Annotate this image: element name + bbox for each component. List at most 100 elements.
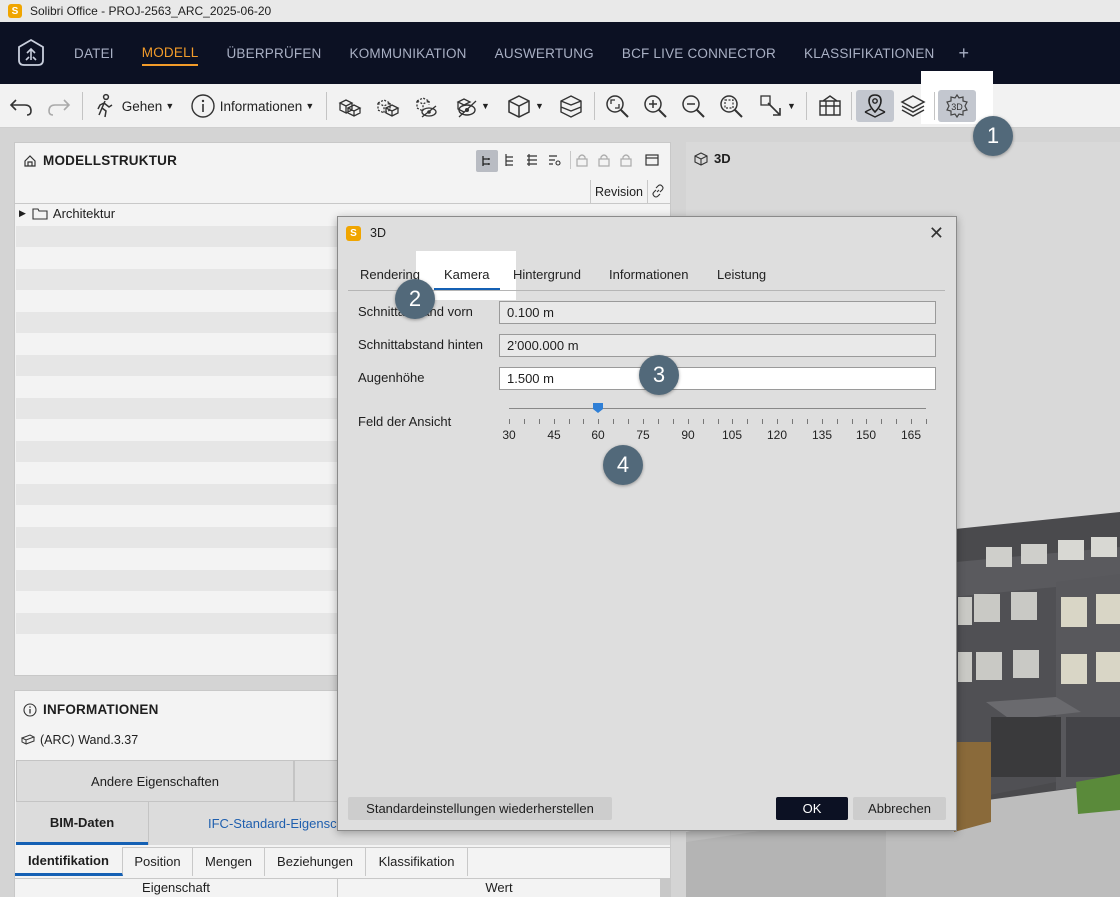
filter-view-button[interactable] <box>547 153 561 170</box>
panel-layout-button[interactable] <box>645 153 659 170</box>
tree-view-button[interactable] <box>476 150 498 172</box>
fov-label: Feld der Ansicht <box>358 414 452 429</box>
add-tab-button[interactable]: + <box>958 43 969 64</box>
lock-icon <box>620 154 632 167</box>
lock-button-2[interactable] <box>597 153 611 170</box>
cancel-button[interactable]: Abbrechen <box>853 797 946 820</box>
property-column-header[interactable]: Eigenschaft <box>15 880 337 895</box>
zoom-out-icon <box>682 95 705 118</box>
lock-button-3[interactable] <box>619 153 633 170</box>
zoom-selection-button[interactable] <box>716 90 746 122</box>
wall-icon <box>21 734 35 745</box>
menu-datei[interactable]: DATEI <box>74 42 114 65</box>
pointer-dropdown-button[interactable]: ▼ <box>754 90 800 122</box>
cubes-icon <box>338 99 362 117</box>
clip-back-label: Schnittabstand hinten <box>358 337 484 352</box>
dashed-cubes-icon <box>376 99 400 117</box>
section-box-button[interactable] <box>556 90 586 122</box>
layers-button[interactable] <box>896 90 930 122</box>
menu-klassifikationen[interactable]: KLASSIFIKATIONEN <box>804 42 934 65</box>
eye-height-label: Augenhöhe <box>358 370 425 385</box>
slider-tick-label: 60 <box>591 428 605 442</box>
subtab-position[interactable]: Position <box>123 847 193 876</box>
redo-button[interactable] <box>44 90 74 122</box>
zoom-extent-button[interactable] <box>602 90 632 122</box>
stack-icon <box>527 154 537 166</box>
slider-tick <box>718 419 719 424</box>
information-title: INFORMATIONEN <box>43 702 159 717</box>
slider-tick <box>792 419 793 424</box>
menu-bcf-live-connector[interactable]: BCF LIVE CONNECTOR <box>622 42 776 65</box>
walk-mode-button[interactable]: Gehen ▼ <box>90 90 176 122</box>
slider-tick <box>569 419 570 424</box>
eye-height-field[interactable]: 1.500 m <box>499 367 936 390</box>
dialog-title: 3D <box>370 226 386 240</box>
tree-item-label: Architektur <box>52 206 116 221</box>
selected-component-label: (ARC) Wand.3.37 <box>40 733 139 747</box>
revision-column-header[interactable]: Revision <box>590 180 648 204</box>
slider-tick <box>643 419 644 424</box>
table-scrollbar[interactable] <box>660 878 670 897</box>
tab-hintergrund[interactable]: Hintergrund <box>513 267 581 282</box>
hierarchy-icon <box>505 154 513 166</box>
section-cube-icon <box>560 95 582 118</box>
property-table-header: Eigenschaft Wert <box>15 878 660 897</box>
chevron-down-icon: ▼ <box>165 101 175 111</box>
grid-plan-icon <box>819 95 841 116</box>
subtab-klassifikation[interactable]: Klassifikation <box>366 847 468 876</box>
tab-informationen[interactable]: Informationen <box>609 267 689 282</box>
zoom-in-button[interactable] <box>640 90 670 122</box>
menu-auswertung[interactable]: AUSWERTUNG <box>495 42 594 65</box>
show-all-button[interactable] <box>334 90 364 122</box>
lock-button-1[interactable] <box>575 153 589 170</box>
ok-button[interactable]: OK <box>776 797 848 820</box>
zoom-out-button[interactable] <box>678 90 708 122</box>
clip-back-field[interactable]: 2’000.000 m <box>499 334 936 357</box>
gear-3d-icon: 3D <box>946 93 968 119</box>
slider-tick <box>911 419 912 424</box>
close-icon[interactable]: ✕ <box>929 223 944 244</box>
hide-selection-button[interactable] <box>410 90 440 122</box>
hierarchy-view-button[interactable] <box>503 153 517 170</box>
clip-front-field[interactable]: 0.100 m <box>499 301 936 324</box>
solibri-logo-icon[interactable] <box>16 38 46 68</box>
value-column-header[interactable]: Wert <box>338 880 660 895</box>
layers-view-button[interactable] <box>525 153 539 170</box>
slider-tick <box>926 419 927 424</box>
floor-plan-button[interactable] <box>814 90 846 122</box>
chevron-down-icon: ▼ <box>535 101 544 111</box>
link-column-header[interactable] <box>651 184 665 201</box>
column-header-row: Revision <box>15 180 670 204</box>
slider-tick <box>673 419 674 424</box>
restore-defaults-button[interactable]: Standardeinstellungen wiederherstellen <box>348 797 612 820</box>
slider-tick <box>509 419 510 424</box>
menu-kommunikation[interactable]: KOMMUNIKATION <box>350 42 467 65</box>
undo-button[interactable] <box>6 90 36 122</box>
slider-tick-label: 105 <box>721 428 743 442</box>
subtab-beziehungen[interactable]: Beziehungen <box>265 847 366 876</box>
subtab-identifikation[interactable]: Identifikation <box>15 847 123 876</box>
tab-kamera[interactable]: Kamera <box>434 267 500 291</box>
slider-tick <box>732 419 733 424</box>
tab-leistung[interactable]: Leistung <box>717 267 766 282</box>
select-hidden-button[interactable] <box>372 90 402 122</box>
subtab-mengen[interactable]: Mengen <box>193 847 265 876</box>
annotation-marker-1: 1 <box>973 116 1013 156</box>
expand-arrow-icon[interactable]: ▶ <box>19 208 26 219</box>
slider-thumb[interactable] <box>592 402 604 414</box>
bim-data-tab[interactable]: BIM-Daten <box>16 802 148 845</box>
slider-track[interactable] <box>509 408 926 409</box>
walking-person-icon <box>97 93 113 118</box>
visibility-dropdown-button[interactable]: ▼ <box>448 90 494 122</box>
menu-ueberpruefen[interactable]: ÜBERPRÜFEN <box>226 42 321 65</box>
other-properties-tab[interactable]: Andere Eigenschaften <box>16 760 294 802</box>
tree-item-architektur[interactable]: ▶ Architektur <box>19 206 115 221</box>
location-pin-button[interactable] <box>856 90 894 122</box>
undo-icon <box>9 99 32 116</box>
information-button[interactable]: Informationen ▼ <box>184 90 320 122</box>
slider-tick <box>777 419 778 424</box>
settings-3d-button[interactable]: 3D <box>938 90 976 122</box>
slider-tick <box>866 419 867 424</box>
menu-modell[interactable]: MODELL <box>141 41 199 66</box>
view-cube-dropdown-button[interactable]: ▼ <box>502 90 548 122</box>
